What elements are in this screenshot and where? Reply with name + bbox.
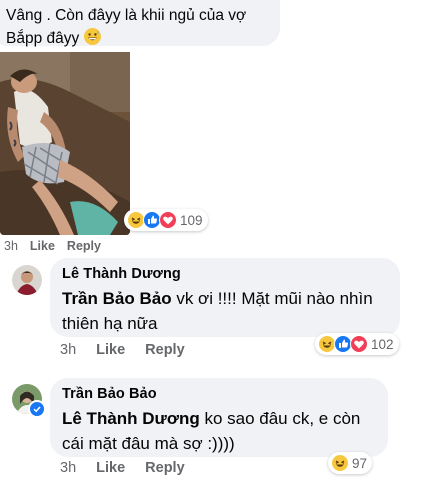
- comment-bubble-2: Lê Thành Dương Trần Bảo Bảo vk ơi !!!! M…: [50, 258, 400, 337]
- mention-tag[interactable]: Trần Bảo Bảo: [62, 289, 172, 308]
- reaction-count: 102: [371, 336, 394, 352]
- like-button[interactable]: Like: [96, 342, 125, 358]
- mention-tag[interactable]: Lê Thành Dương: [62, 409, 200, 428]
- reactions-summary-3[interactable]: 97: [328, 452, 373, 474]
- avatar-le-thanh-duong[interactable]: [12, 265, 42, 295]
- comment-time: 3h: [4, 239, 18, 253]
- reply-button[interactable]: Reply: [67, 239, 101, 253]
- comment-author[interactable]: Lê Thành Dương: [62, 266, 388, 282]
- comment-bubble-3: Trần Bảo Bảo Lê Thành Dương ko sao đâu c…: [50, 378, 388, 457]
- comment-text: Vâng . Còn đâyy là khii ngủ của vợ Bắpp …: [6, 7, 247, 47]
- love-reaction-icon: [159, 211, 177, 229]
- comment-text: Lê Thành Dương ko sao đâu ck, e còn cái …: [62, 409, 361, 453]
- like-button[interactable]: Like: [30, 239, 55, 253]
- reaction-count: 97: [352, 455, 368, 471]
- like-button[interactable]: Like: [96, 460, 125, 476]
- sleeping-person-photo: [0, 52, 130, 235]
- comment-time: 3h: [60, 342, 77, 358]
- comment-bubble-1: Vâng . Còn đâyy là khii ngủ của vợ Bắpp …: [0, 0, 280, 47]
- reactions-summary-2[interactable]: 102: [315, 333, 399, 355]
- comment-actions-2: 3h Like Reply: [60, 342, 185, 358]
- comment-photo[interactable]: [0, 52, 130, 235]
- haha-reaction-icon: [331, 454, 349, 472]
- reply-button[interactable]: Reply: [145, 460, 185, 476]
- love-reaction-icon: [350, 335, 368, 353]
- comment-text: Trần Bảo Bảo vk ơi !!!! Mặt mũi nào nhìn…: [62, 289, 373, 333]
- comment-actions-1: 3h Like Reply: [4, 239, 101, 253]
- reply-button[interactable]: Reply: [145, 342, 185, 358]
- comment-time: 3h: [60, 460, 77, 476]
- reaction-count: 109: [180, 212, 203, 228]
- comment-author[interactable]: Trần Bảo Bảo: [62, 386, 376, 402]
- reactions-summary-1[interactable]: 109: [124, 209, 208, 231]
- comment-actions-3: 3h Like Reply: [60, 460, 185, 476]
- verified-badge-icon: [28, 400, 46, 418]
- grinning-sweat-emoji-icon: [83, 28, 101, 45]
